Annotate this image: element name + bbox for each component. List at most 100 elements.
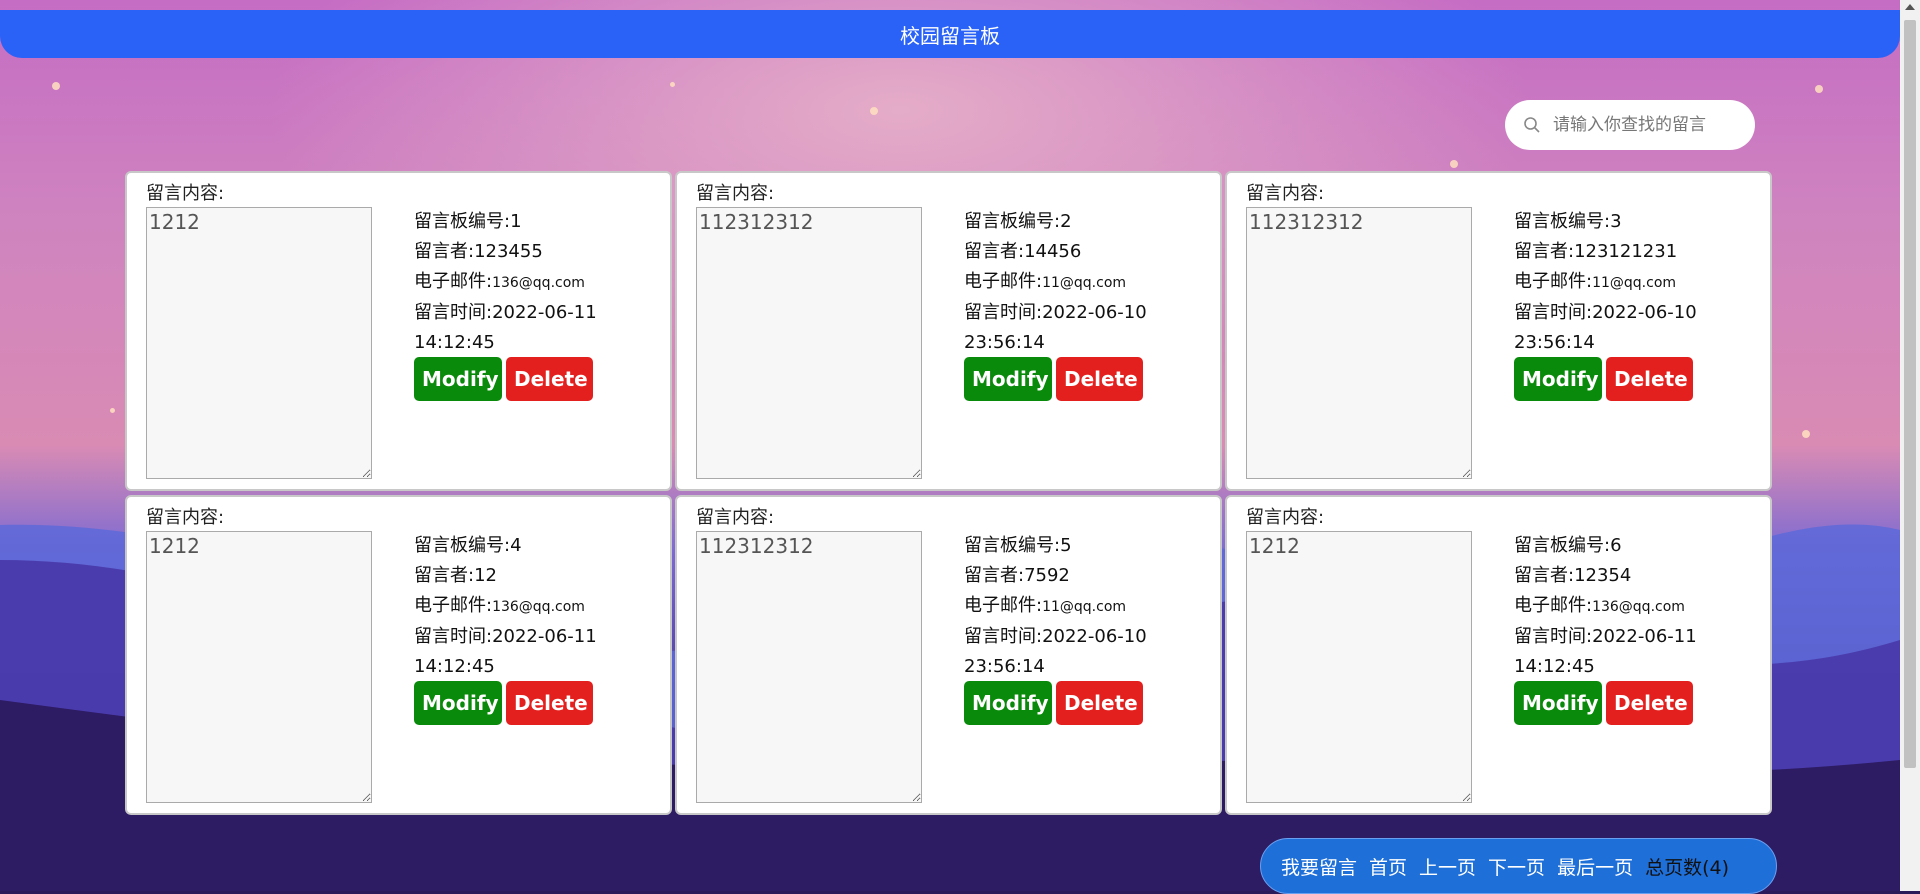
- search-box[interactable]: [1505, 100, 1755, 150]
- delete-button[interactable]: Delete: [1056, 357, 1143, 401]
- message-date: 2022-06-10: [1042, 626, 1147, 647]
- id-label: 留言板编号:: [964, 211, 1061, 232]
- content-label: 留言内容:: [1246, 183, 1325, 204]
- modify-button[interactable]: Modify: [414, 357, 502, 401]
- message-info: 留言板编号:3 留言者:123121231 电子邮件:11@qq.com 留言时…: [1514, 207, 1714, 358]
- prev-page-link[interactable]: 上一页: [1419, 853, 1476, 880]
- message-info: 留言板编号:5 留言者:7592 电子邮件:11@qq.com 留言时间:202…: [964, 531, 1164, 682]
- message-time: 23:56:14: [964, 656, 1045, 677]
- time-label: 留言时间:: [1514, 626, 1593, 647]
- id-label: 留言板编号:: [414, 211, 511, 232]
- star-decoration: [110, 408, 115, 413]
- message-email: 11@qq.com: [1042, 599, 1127, 615]
- email-label: 电子邮件:: [414, 595, 493, 616]
- message-author: 123121231: [1574, 241, 1678, 262]
- message-date: 2022-06-10: [1592, 302, 1697, 323]
- message-time: 14:12:45: [414, 656, 495, 677]
- message-card: 留言内容: 1212 留言板编号:6 留言者:12354 电子邮件:136@qq…: [1225, 495, 1772, 815]
- message-card: 留言内容: 1212 留言板编号:4 留言者:12 电子邮件:136@qq.co…: [125, 495, 672, 815]
- page-header: 校园留言板: [0, 10, 1900, 58]
- delete-button[interactable]: Delete: [506, 357, 593, 401]
- message-content-textarea[interactable]: 1212: [146, 531, 372, 803]
- id-label: 留言板编号:: [1514, 535, 1611, 556]
- card-actions: Modify Delete: [414, 681, 593, 725]
- message-author: 7592: [1024, 565, 1070, 586]
- next-page-link[interactable]: 下一页: [1488, 853, 1545, 880]
- email-label: 电子邮件:: [1514, 595, 1593, 616]
- author-label: 留言者:: [1514, 241, 1575, 262]
- message-info: 留言板编号:6 留言者:12354 电子邮件:136@qq.com 留言时间:2…: [1514, 531, 1714, 682]
- message-content-textarea[interactable]: 112312312: [696, 531, 922, 803]
- total-pages: 总页数(4): [1645, 856, 1729, 879]
- star-decoration: [870, 107, 878, 115]
- time-label: 留言时间:: [414, 302, 493, 323]
- card-actions: Modify Delete: [964, 681, 1143, 725]
- message-date: 2022-06-11: [492, 626, 597, 647]
- email-label: 电子邮件:: [414, 271, 493, 292]
- message-id: 2: [1060, 211, 1072, 232]
- last-page-link[interactable]: 最后一页: [1557, 853, 1633, 880]
- message-time: 23:56:14: [1514, 332, 1595, 353]
- message-date: 2022-06-10: [1042, 302, 1147, 323]
- message-author: 123455: [474, 241, 543, 262]
- message-email: 11@qq.com: [1592, 275, 1677, 291]
- author-label: 留言者:: [414, 241, 475, 262]
- star-decoration: [670, 82, 675, 87]
- message-card: 留言内容: 1212 留言板编号:1 留言者:123455 电子邮件:136@q…: [125, 171, 672, 491]
- message-email: 136@qq.com: [492, 599, 585, 615]
- message-card: 留言内容: 112312312 留言板编号:2 留言者:14456 电子邮件:1…: [675, 171, 1222, 491]
- delete-button[interactable]: Delete: [1606, 357, 1693, 401]
- search-icon: [1524, 117, 1540, 133]
- message-time: 23:56:14: [964, 332, 1045, 353]
- vertical-scrollbar[interactable]: [1900, 0, 1920, 891]
- message-id: 6: [1610, 535, 1622, 556]
- message-time: 14:12:45: [414, 332, 495, 353]
- first-page-link[interactable]: 首页: [1369, 853, 1407, 880]
- star-decoration: [1815, 85, 1823, 93]
- message-author: 12354: [1574, 565, 1632, 586]
- author-label: 留言者:: [414, 565, 475, 586]
- message-id: 4: [510, 535, 522, 556]
- time-label: 留言时间:: [414, 626, 493, 647]
- card-actions: Modify Delete: [414, 357, 593, 401]
- id-label: 留言板编号:: [964, 535, 1061, 556]
- leave-message-link[interactable]: 我要留言: [1281, 853, 1357, 880]
- search-input[interactable]: [1551, 114, 1725, 136]
- message-email: 136@qq.com: [492, 275, 585, 291]
- email-label: 电子邮件:: [964, 595, 1043, 616]
- scrollbar-thumb[interactable]: [1904, 20, 1916, 768]
- modify-button[interactable]: Modify: [1514, 681, 1602, 725]
- author-label: 留言者:: [964, 241, 1025, 262]
- delete-button[interactable]: Delete: [1606, 681, 1693, 725]
- card-actions: Modify Delete: [1514, 357, 1693, 401]
- modify-button[interactable]: Modify: [1514, 357, 1602, 401]
- star-decoration: [52, 82, 60, 90]
- message-content-textarea[interactable]: 112312312: [696, 207, 922, 479]
- modify-button[interactable]: Modify: [964, 681, 1052, 725]
- content-label: 留言内容:: [696, 183, 775, 204]
- message-email: 11@qq.com: [1042, 275, 1127, 291]
- message-content-textarea[interactable]: 1212: [1246, 531, 1472, 803]
- content-label: 留言内容:: [146, 183, 225, 204]
- message-id: 1: [510, 211, 522, 232]
- delete-button[interactable]: Delete: [1056, 681, 1143, 725]
- message-content-textarea[interactable]: 112312312: [1246, 207, 1472, 479]
- message-info: 留言板编号:2 留言者:14456 电子邮件:11@qq.com 留言时间:20…: [964, 207, 1164, 358]
- author-label: 留言者:: [964, 565, 1025, 586]
- message-author: 12: [474, 565, 497, 586]
- message-grid: 留言内容: 1212 留言板编号:1 留言者:123455 电子邮件:136@q…: [125, 171, 1775, 815]
- message-content-textarea[interactable]: 1212: [146, 207, 372, 479]
- modify-button[interactable]: Modify: [964, 357, 1052, 401]
- scroll-up-arrow-icon[interactable]: [1905, 4, 1915, 10]
- card-actions: Modify Delete: [964, 357, 1143, 401]
- message-date: 2022-06-11: [492, 302, 597, 323]
- message-card: 留言内容: 112312312 留言板编号:3 留言者:123121231 电子…: [1225, 171, 1772, 491]
- delete-button[interactable]: Delete: [506, 681, 593, 725]
- email-label: 电子邮件:: [1514, 271, 1593, 292]
- star-decoration: [1450, 160, 1458, 168]
- id-label: 留言板编号:: [414, 535, 511, 556]
- message-id: 3: [1610, 211, 1622, 232]
- modify-button[interactable]: Modify: [414, 681, 502, 725]
- author-label: 留言者:: [1514, 565, 1575, 586]
- time-label: 留言时间:: [964, 626, 1043, 647]
